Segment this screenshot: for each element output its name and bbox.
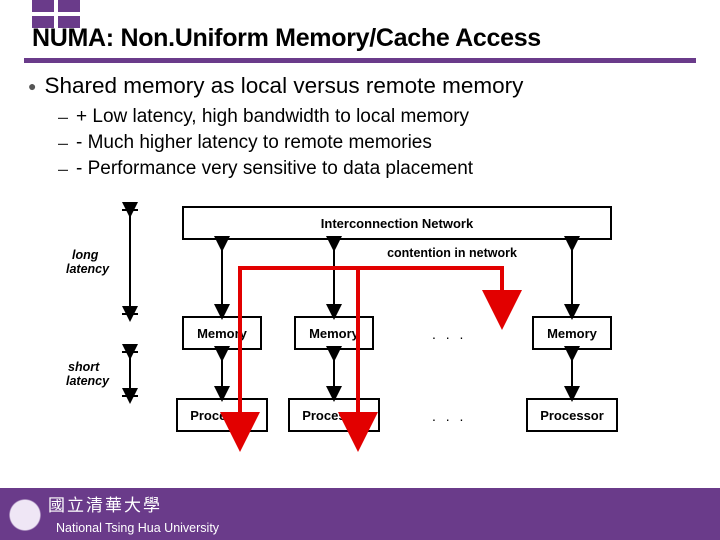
- sub-bullet: – - Much higher latency to remote memori…: [58, 130, 692, 156]
- sub-bullet-list: – + Low latency, high bandwidth to local…: [58, 104, 692, 182]
- university-seal-icon: [6, 496, 44, 534]
- sub-bullet-text: + Low latency, high bandwidth to local m…: [76, 104, 469, 130]
- bullet-dot-icon: ●: [28, 72, 36, 100]
- bullet-main: ● Shared memory as local versus remote m…: [28, 72, 692, 100]
- page-title: NUMA: Non.Uniform Memory/Cache Access: [32, 24, 688, 53]
- sub-bullet-text: - Performance very sensitive to data pla…: [76, 156, 473, 182]
- dash-icon: –: [58, 104, 70, 130]
- title-underline: [24, 58, 696, 63]
- dash-icon: –: [58, 130, 70, 156]
- numa-diagram: Interconnection Network contention in ne…: [72, 200, 672, 448]
- dash-icon: –: [58, 156, 70, 182]
- content-area: ● Shared memory as local versus remote m…: [28, 72, 692, 182]
- footer-university-name: National Tsing Hua University: [56, 521, 219, 535]
- footer: 國立清華大學 National Tsing Hua University: [0, 488, 720, 540]
- diagram-arrows-icon: [72, 200, 672, 448]
- slide: NUMA: Non.Uniform Memory/Cache Access ● …: [0, 0, 720, 540]
- bullet-main-text: Shared memory as local versus remote mem…: [44, 72, 523, 100]
- sub-bullet-text: - Much higher latency to remote memories: [76, 130, 432, 156]
- sub-bullet: – + Low latency, high bandwidth to local…: [58, 104, 692, 130]
- footer-seal-text: 國立清華大學: [48, 491, 162, 516]
- sub-bullet: – - Performance very sensitive to data p…: [58, 156, 692, 182]
